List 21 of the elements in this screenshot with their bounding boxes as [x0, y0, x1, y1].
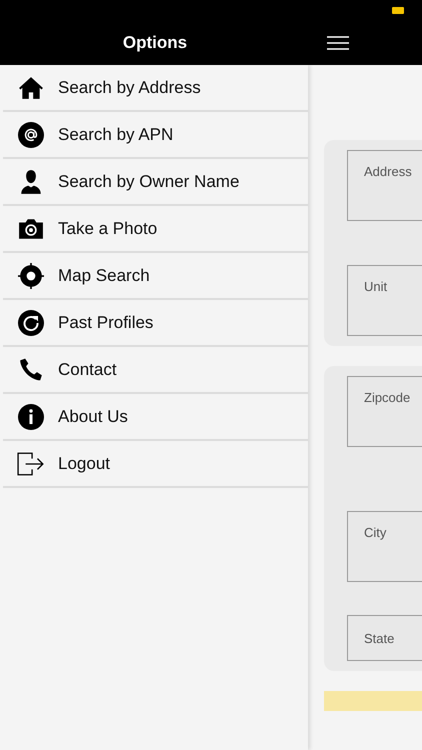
menu-item[interactable]: Search by APN [3, 112, 308, 159]
crosshair-icon [18, 262, 44, 288]
refresh-icon [18, 310, 44, 336]
menu-item[interactable]: Past Profiles [3, 300, 308, 347]
at-sign-icon [18, 122, 44, 148]
input-field[interactable]: State [347, 615, 422, 661]
input-field[interactable]: Unit [347, 265, 422, 336]
menu-item[interactable]: Search by Address [3, 65, 308, 112]
input-field[interactable]: Address [347, 150, 422, 221]
logout-icon [16, 450, 44, 476]
info-icon [18, 404, 44, 430]
menu-item[interactable]: Take a Photo [3, 206, 308, 253]
header-title: Options [122, 32, 188, 52]
menu-item[interactable]: About Us [3, 394, 308, 441]
menu-icon[interactable] [327, 36, 349, 50]
menu-item[interactable]: Map Search [3, 253, 308, 300]
phone-icon [18, 356, 44, 382]
input-field[interactable]: City [347, 511, 422, 582]
home-icon [18, 74, 44, 100]
input-field[interactable]: Zipcode [347, 376, 422, 447]
battery-icon [392, 6, 404, 14]
